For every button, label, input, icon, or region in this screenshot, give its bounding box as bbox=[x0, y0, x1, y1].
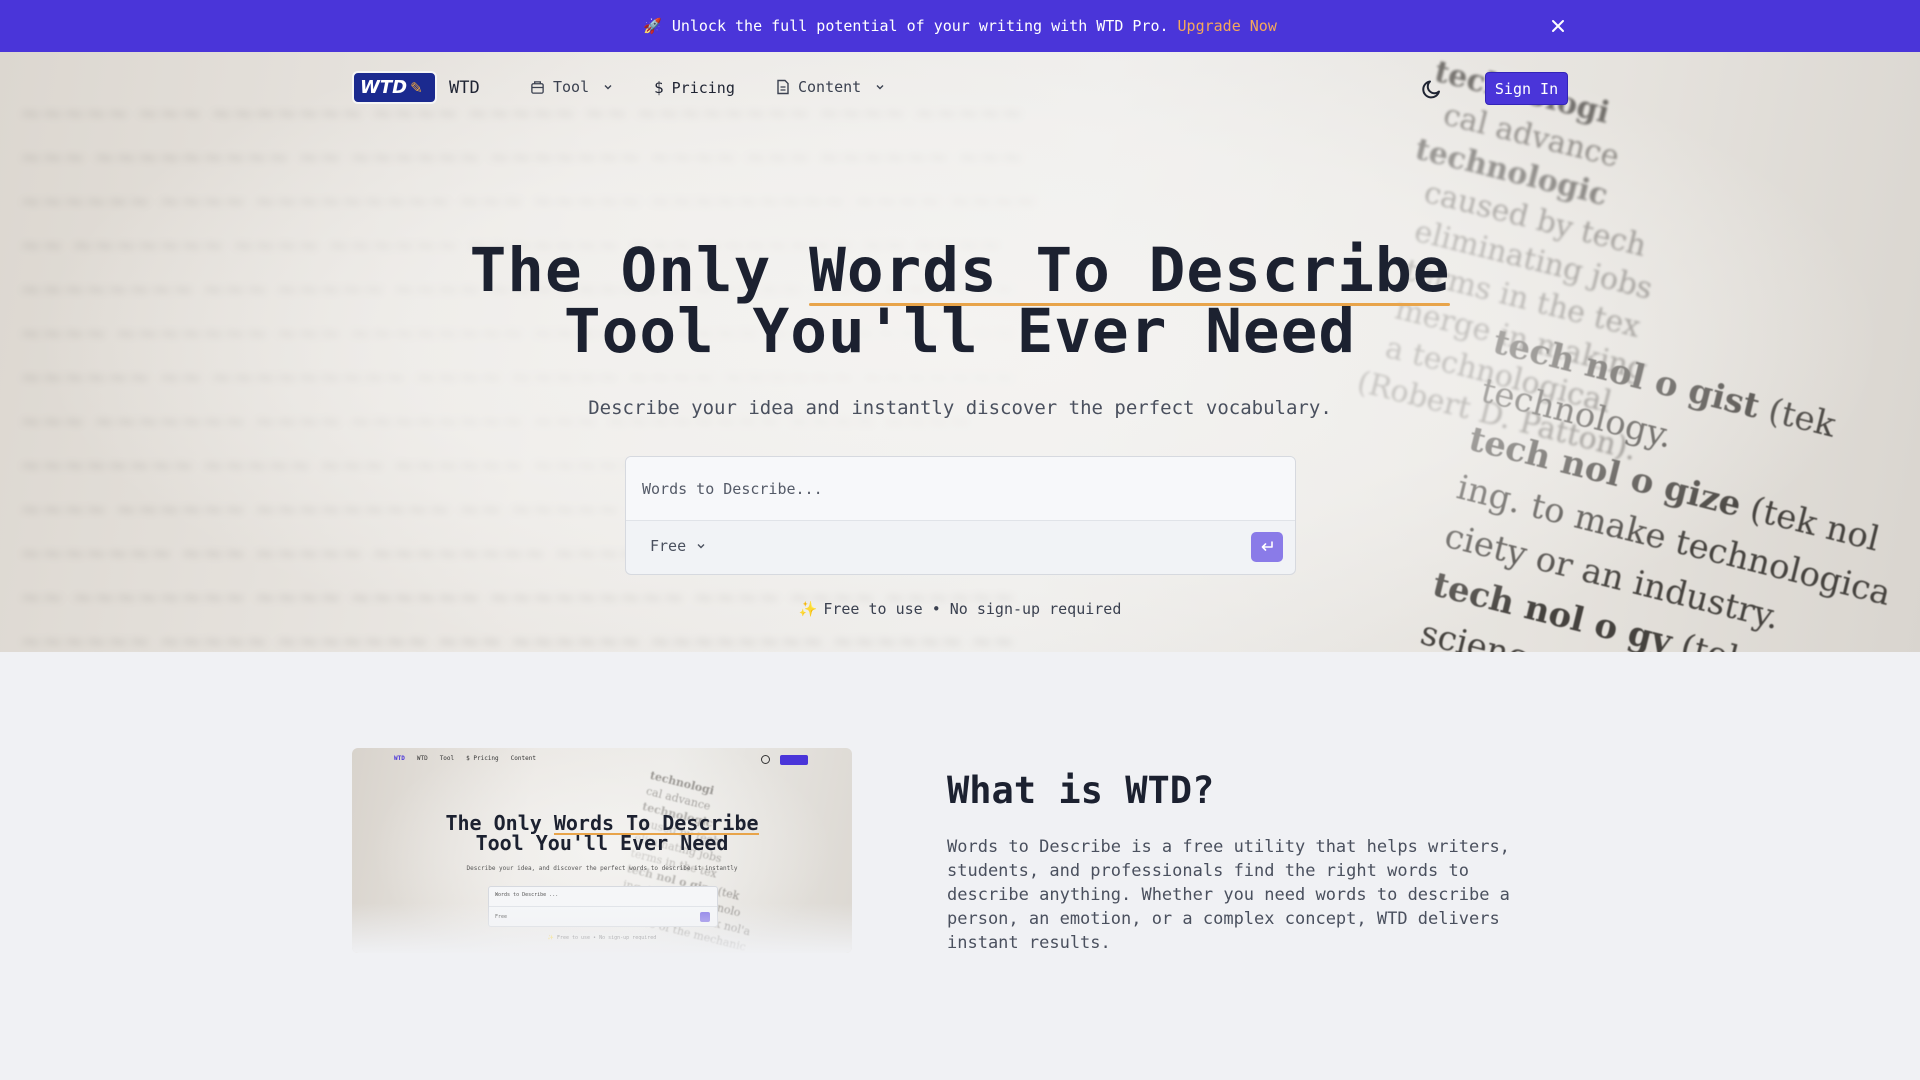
free-note-text: Free to use • No sign-up required bbox=[823, 600, 1122, 618]
preview-screenshot-image: technological advancetechnologiccaused b… bbox=[352, 748, 852, 953]
section-body: Words to Describe is a free utility that… bbox=[947, 837, 1510, 953]
preview-nav: WTD WTD Tool $ Pricing Content bbox=[394, 755, 536, 762]
logo[interactable]: WTD ✎ bbox=[352, 71, 437, 104]
chevron-down-icon bbox=[875, 82, 885, 92]
enter-icon bbox=[1260, 538, 1274, 557]
submit-button[interactable] bbox=[1251, 532, 1283, 562]
moon-icon[interactable] bbox=[1420, 77, 1444, 101]
close-icon[interactable] bbox=[1546, 14, 1570, 38]
preview-headline: The Only Words To Describe Tool You'll E… bbox=[445, 811, 759, 855]
pencil-icon: ✎ bbox=[410, 78, 423, 97]
document-icon bbox=[776, 79, 790, 95]
logo-text: WTD bbox=[360, 77, 408, 98]
sparkles-icon: ✨ bbox=[798, 600, 818, 618]
section-title: What is WTD? bbox=[947, 769, 1215, 812]
upgrade-now-link[interactable]: Upgrade Now bbox=[1178, 17, 1277, 35]
search-input[interactable] bbox=[626, 457, 1295, 521]
preview-subtitle: Describe your idea, and discover the per… bbox=[466, 865, 738, 872]
preview-search-card: Words to Describe ... Free bbox=[488, 886, 718, 927]
dollar-icon: $ bbox=[654, 78, 664, 97]
search-card: Free bbox=[625, 456, 1296, 575]
free-note: ✨ Free to use • No sign-up required bbox=[0, 600, 1920, 618]
promo-banner: 🚀 Unlock the full potential of your writ… bbox=[0, 0, 1920, 52]
nav-pricing[interactable]: $ Pricing bbox=[654, 78, 735, 97]
preview-moon-icon bbox=[761, 755, 770, 764]
rocket-icon: 🚀 bbox=[643, 17, 662, 35]
preview-free-note: ✨ Free to use • No sign-up required bbox=[547, 935, 657, 941]
preview-sign-in-button bbox=[780, 755, 808, 765]
box-icon bbox=[530, 80, 545, 95]
nav-content-label: Content bbox=[798, 78, 862, 96]
hero-subtitle: Describe your idea and instantly discove… bbox=[588, 397, 1332, 419]
promo-text: Unlock the full potential of your writin… bbox=[671, 17, 1169, 35]
headline-part2: Tool You'll Ever Need bbox=[563, 296, 1357, 367]
headline-highlight: Words To Describe bbox=[809, 235, 1451, 306]
nav-tool-label: Tool bbox=[553, 78, 590, 96]
mode-select-value: Free bbox=[650, 537, 687, 555]
chevron-down-icon bbox=[603, 82, 613, 92]
hero-headline: The Only Words To Describe Tool You'll E… bbox=[0, 240, 1920, 362]
nav-tool[interactable]: Tool bbox=[530, 78, 613, 96]
sign-in-button[interactable]: Sign In bbox=[1485, 72, 1568, 105]
mode-select[interactable]: Free bbox=[650, 537, 706, 555]
nav-content[interactable]: Content bbox=[776, 78, 885, 96]
chevron-down-icon bbox=[696, 537, 706, 555]
brand-name[interactable]: WTD bbox=[449, 78, 480, 98]
top-nav: WTD ✎ WTD Tool $ Pricing Content Sign In bbox=[0, 52, 1920, 122]
nav-pricing-label: Pricing bbox=[671, 78, 735, 97]
